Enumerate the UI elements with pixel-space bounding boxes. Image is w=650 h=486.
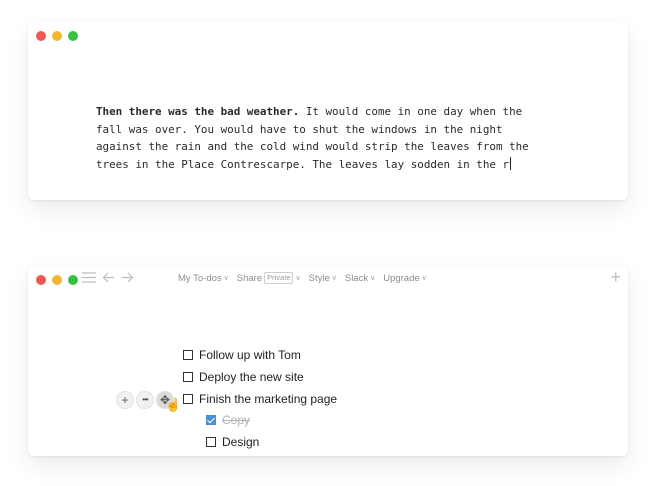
todo-checkbox[interactable]	[183, 372, 193, 382]
slack-menu[interactable]: Slack ∨	[345, 273, 375, 284]
hand-cursor-icon: ☝	[165, 397, 182, 412]
chevron-down-icon: ∨	[421, 275, 427, 282]
minimize-window-button[interactable]	[52, 275, 62, 285]
todo-window: My To-dos ∨ Share Private ∨ Style ∨ Slac…	[28, 266, 628, 456]
prose-lead: Then there was the bad weather.	[96, 105, 300, 118]
my-todos-label: My To-dos	[178, 272, 222, 284]
style-menu[interactable]: Style ∨	[309, 273, 337, 284]
my-todos-menu[interactable]: My To-dos ∨	[178, 273, 229, 284]
todo-checkbox[interactable]	[206, 437, 216, 447]
hamburger-icon[interactable]	[82, 272, 96, 283]
upgrade-menu[interactable]: Upgrade ∨	[383, 273, 427, 284]
close-window-button[interactable]	[36, 275, 46, 285]
share-label: Share	[236, 272, 263, 284]
todo-checkbox[interactable]	[183, 350, 193, 360]
chevron-down-icon: ∨	[370, 275, 376, 282]
todo-label: Follow up with Tom	[199, 348, 301, 362]
todo-item[interactable]: Finish the marketing page	[183, 392, 337, 406]
chevron-down-icon: ∨	[331, 275, 337, 282]
zoom-window-button[interactable]	[68, 31, 78, 41]
chevron-down-icon: ∨	[295, 275, 301, 282]
share-menu[interactable]: Share Private ∨	[237, 272, 301, 284]
add-item-plus-icon[interactable]: +	[116, 391, 134, 409]
prose-line-2: fall was over. You would have to shut th…	[96, 122, 503, 136]
arrow-right-icon[interactable]	[121, 272, 134, 283]
top-menu: My To-dos ∨ Share Private ∨ Style ∨ Slac…	[178, 272, 427, 284]
todo-item[interactable]: Copy	[206, 413, 250, 427]
window-controls	[36, 275, 78, 285]
zoom-window-button[interactable]	[68, 275, 78, 285]
chevron-down-icon: ∨	[223, 275, 229, 282]
todo-item[interactable]: Follow up with Tom	[183, 348, 301, 362]
todo-label: Finish the marketing page	[199, 392, 338, 406]
todo-item[interactable]: Deploy the new site	[183, 370, 304, 384]
todo-checkbox-checked[interactable]	[206, 415, 216, 425]
upgrade-label: Upgrade	[383, 272, 420, 284]
row-controls: + ••• ✥ ☝	[116, 391, 181, 412]
todo-label: Deploy the new site	[199, 370, 304, 384]
minimize-window-button[interactable]	[52, 31, 62, 41]
close-window-button[interactable]	[36, 31, 46, 41]
editor-window: Then there was the bad weather. It would…	[28, 22, 628, 200]
text-cursor	[510, 156, 512, 170]
arrow-left-icon[interactable]	[102, 272, 115, 283]
todo-checkbox[interactable]	[183, 394, 193, 404]
slack-label: Slack	[344, 272, 369, 284]
todo-item[interactable]: Design	[206, 435, 259, 449]
window-controls	[36, 31, 78, 41]
new-note-plus-icon[interactable]: +	[610, 268, 621, 286]
toolbar: My To-dos ∨ Share Private ∨ Style ∨ Slac…	[28, 266, 628, 290]
privacy-badge: Private	[264, 272, 294, 284]
prose-line-4: trees in the Place Contrescarpe. The lea…	[96, 157, 510, 171]
more-options-icon[interactable]: •••	[136, 391, 154, 409]
editor-text[interactable]: Then there was the bad weather. It would…	[96, 103, 566, 173]
prose-line-3: against the rain and the cold wind would…	[96, 140, 529, 154]
prose-line-1: It would come in one day when the	[299, 105, 523, 118]
style-label: Style	[308, 272, 330, 284]
todo-label: Copy	[222, 413, 251, 427]
todo-label: Design	[222, 435, 260, 449]
